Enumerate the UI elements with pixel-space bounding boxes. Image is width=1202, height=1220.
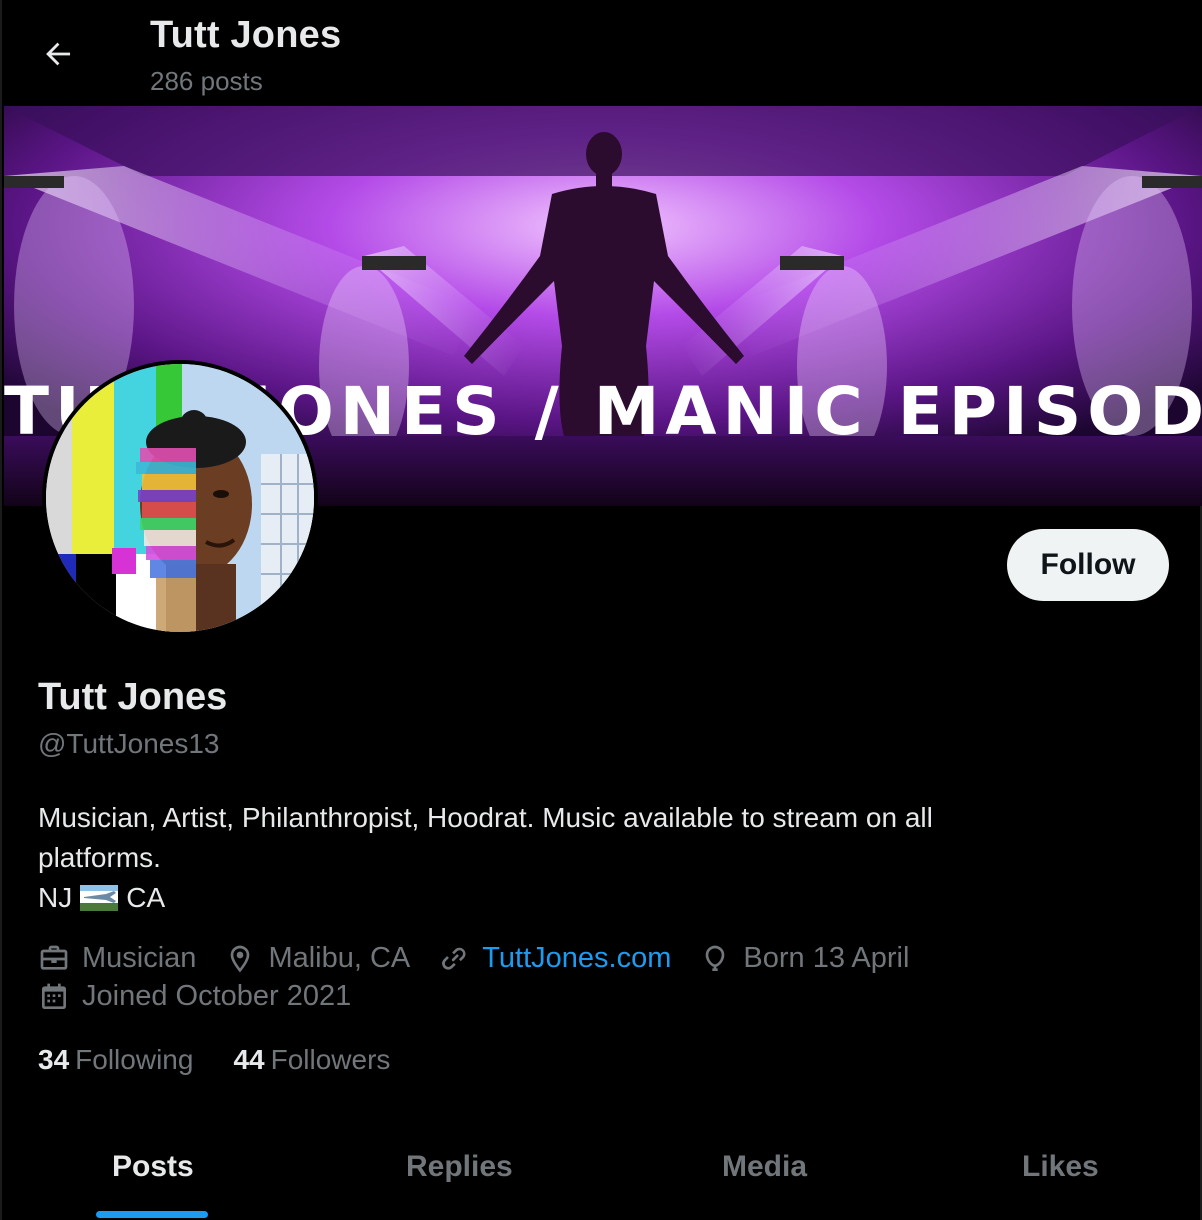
- profile-tabs: Posts Replies Media Likes: [2, 1120, 1202, 1220]
- profile-display-name: Tutt Jones: [38, 676, 228, 718]
- meta-joined: Joined October 2021: [38, 980, 351, 1013]
- follow-stats: 34 Following 44 Followers: [38, 1044, 430, 1076]
- profile-meta: Musician Malibu, CA TuttJones.com Born 1…: [38, 942, 937, 975]
- profile-header: Tutt Jones 286 posts: [2, 0, 1202, 106]
- tab-replies[interactable]: Replies: [406, 1150, 513, 1184]
- following-count: 34: [38, 1044, 70, 1075]
- followers-count: 44: [233, 1044, 265, 1075]
- website-link[interactable]: TuttJones.com: [482, 942, 671, 975]
- profile-meta-joined: Joined October 2021: [38, 980, 379, 1013]
- meta-location: Malibu, CA: [224, 942, 410, 975]
- active-tab-indicator: [96, 1211, 208, 1218]
- profile-page: Tutt Jones 286 posts TUTT JONES / MANIC …: [0, 0, 1202, 1220]
- followers-label: Followers: [270, 1044, 391, 1075]
- following-label: Following: [75, 1044, 194, 1075]
- meta-profession: Musician: [38, 942, 196, 975]
- follow-button[interactable]: Follow: [1007, 529, 1169, 601]
- bio-line: Musician, Artist, Philanthropist, Hoodra…: [38, 802, 933, 833]
- following-link[interactable]: 34 Following: [38, 1044, 193, 1076]
- back-button[interactable]: [32, 28, 84, 80]
- tab-media[interactable]: Media: [722, 1150, 807, 1184]
- meta-website: TuttJones.com: [438, 942, 671, 975]
- tab-likes[interactable]: Likes: [1022, 1150, 1099, 1184]
- bio-location-to: CA: [126, 882, 166, 913]
- bio-line: NJ CA: [38, 878, 1138, 922]
- profile-bio: Musician, Artist, Philanthropist, Hoodra…: [38, 798, 1138, 922]
- arrow-left-icon: [46, 42, 71, 66]
- calendar-icon: [42, 983, 66, 1009]
- airplane-flag-emoji-icon: [80, 882, 119, 922]
- bio-location-from: NJ: [38, 882, 73, 913]
- balloon-icon: [706, 945, 725, 971]
- link-icon: [442, 947, 466, 970]
- header-post-count: 286 posts: [150, 66, 263, 96]
- location-pin-icon: [231, 945, 250, 972]
- bio-line: platforms.: [38, 842, 161, 873]
- tab-posts[interactable]: Posts: [112, 1150, 194, 1184]
- briefcase-icon: [40, 945, 68, 970]
- avatar[interactable]: [42, 360, 318, 636]
- followers-link[interactable]: 44 Followers: [233, 1044, 390, 1076]
- avatar-image: [46, 364, 314, 632]
- header-title: Tutt Jones: [150, 14, 342, 56]
- meta-birthday: Born 13 April: [699, 942, 909, 975]
- profile-handle: @TuttJones13: [38, 728, 220, 759]
